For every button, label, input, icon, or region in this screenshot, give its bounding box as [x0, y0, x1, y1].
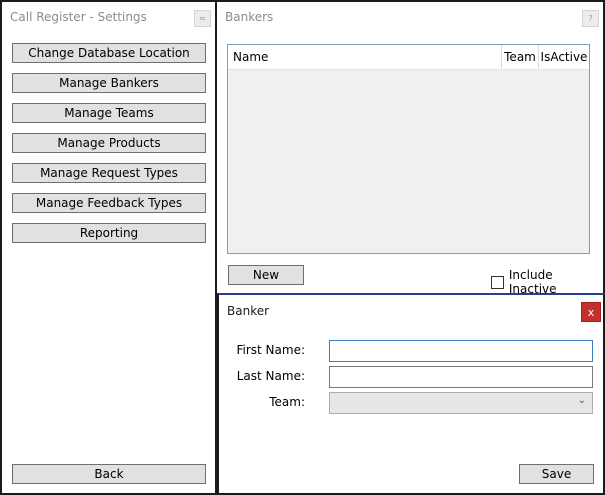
change-database-location-button[interactable]: Change Database Location: [12, 43, 206, 63]
bankers-window-title: Bankers: [225, 10, 274, 24]
team-label: Team:: [269, 395, 305, 409]
column-header-name[interactable]: Name: [228, 45, 502, 69]
manage-feedback-types-button[interactable]: Manage Feedback Types: [12, 193, 206, 213]
chevron-down-icon: ⌄: [577, 395, 586, 406]
banker-window: Banker x First Name: Last Name: Team: ⌄ …: [217, 293, 605, 495]
column-header-isactive[interactable]: IsActive: [538, 45, 590, 69]
manage-bankers-button[interactable]: Manage Bankers: [12, 73, 206, 93]
include-inactive-label: Include Inactive: [508, 268, 557, 296]
last-name-label: Last Name:: [236, 369, 305, 383]
bankers-help-button[interactable]: ?: [582, 10, 599, 27]
column-header-team[interactable]: Team: [502, 45, 539, 69]
first-name-field[interactable]: [329, 340, 593, 362]
bankers-grid[interactable]: Name Team IsActive: [227, 44, 590, 254]
include-inactive-toggle[interactable]: Include Inactive: [491, 268, 603, 296]
include-inactive-checkbox[interactable]: [491, 275, 504, 289]
bankers-window: Bankers ? Name Team IsActive New Include…: [217, 0, 605, 296]
banker-window-title: Banker: [227, 304, 270, 318]
settings-help-button[interactable]: ≈: [194, 10, 211, 27]
first-name-label: First Name:: [236, 343, 305, 357]
manage-request-types-button[interactable]: Manage Request Types: [12, 163, 206, 183]
reporting-button[interactable]: Reporting: [12, 223, 206, 243]
settings-window: Call Register - Settings ≈ Change Databa…: [0, 0, 217, 495]
team-select[interactable]: ⌄: [329, 392, 593, 414]
back-button[interactable]: Back: [12, 464, 206, 484]
manage-products-button[interactable]: Manage Products: [12, 133, 206, 153]
settings-window-title: Call Register - Settings: [10, 10, 147, 24]
last-name-field[interactable]: [329, 366, 593, 388]
new-banker-button[interactable]: New: [228, 265, 304, 285]
save-button[interactable]: Save: [519, 464, 594, 484]
manage-teams-button[interactable]: Manage Teams: [12, 103, 206, 123]
close-button[interactable]: x: [581, 302, 601, 322]
bankers-grid-header: Name Team IsActive: [228, 45, 589, 70]
